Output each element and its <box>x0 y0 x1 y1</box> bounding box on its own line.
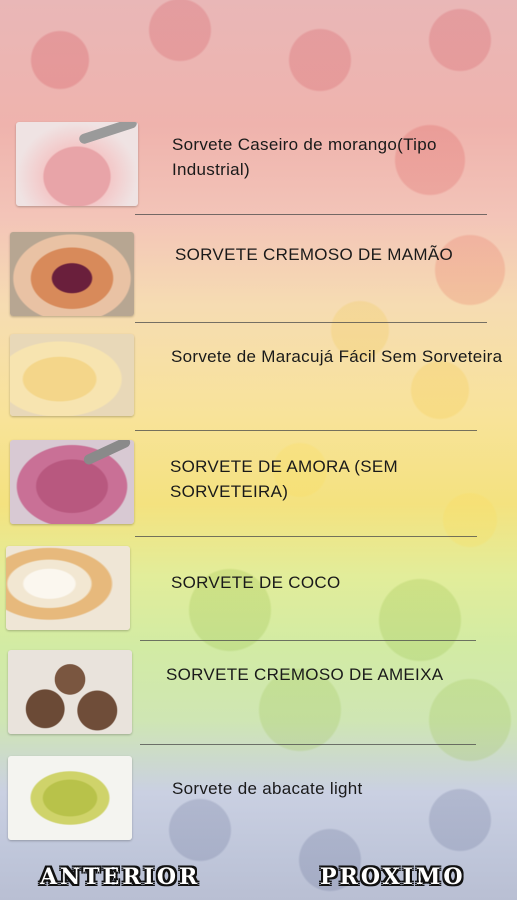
strawberry-ice-cream-image <box>16 122 138 206</box>
recipe-title: Sorvete de Maracujá Fácil Sem Sorveteira <box>171 347 503 366</box>
separator <box>140 744 476 745</box>
separator <box>135 536 477 537</box>
papaya-ice-cream-image <box>10 232 134 316</box>
avocado-ice-cream-image <box>8 756 132 840</box>
coconut-ice-cream-image <box>6 546 130 630</box>
recipe-title: SORVETE CREMOSO DE AMEIXA <box>166 665 444 684</box>
recipe-title: Sorvete de abacate light <box>172 779 363 798</box>
recipe-title: SORVETE CREMOSO DE MAMÃO <box>175 245 453 264</box>
separator <box>135 430 477 431</box>
recipe-title: SORVETE DE COCO <box>171 573 341 592</box>
passion-fruit-ice-cream-image <box>10 334 134 416</box>
separator <box>135 214 487 215</box>
recipe-title: SORVETE DE AMORA (SEM SORVETEIRA) <box>170 457 398 501</box>
separator <box>140 640 476 641</box>
previous-button[interactable]: ANTERIOR <box>40 864 200 890</box>
next-button[interactable]: PROXIMO <box>320 864 465 890</box>
pagination-bar: ANTERIOR PROXIMO <box>0 856 517 900</box>
blackberry-ice-cream-image <box>10 440 134 524</box>
separator <box>135 322 487 323</box>
recipe-title: Sorvete Caseiro de morango(Tipo Industri… <box>172 135 437 179</box>
recipe-list: Sorvete Caseiro de morango(Tipo Industri… <box>0 0 517 860</box>
plum-ice-cream-image <box>8 650 132 734</box>
